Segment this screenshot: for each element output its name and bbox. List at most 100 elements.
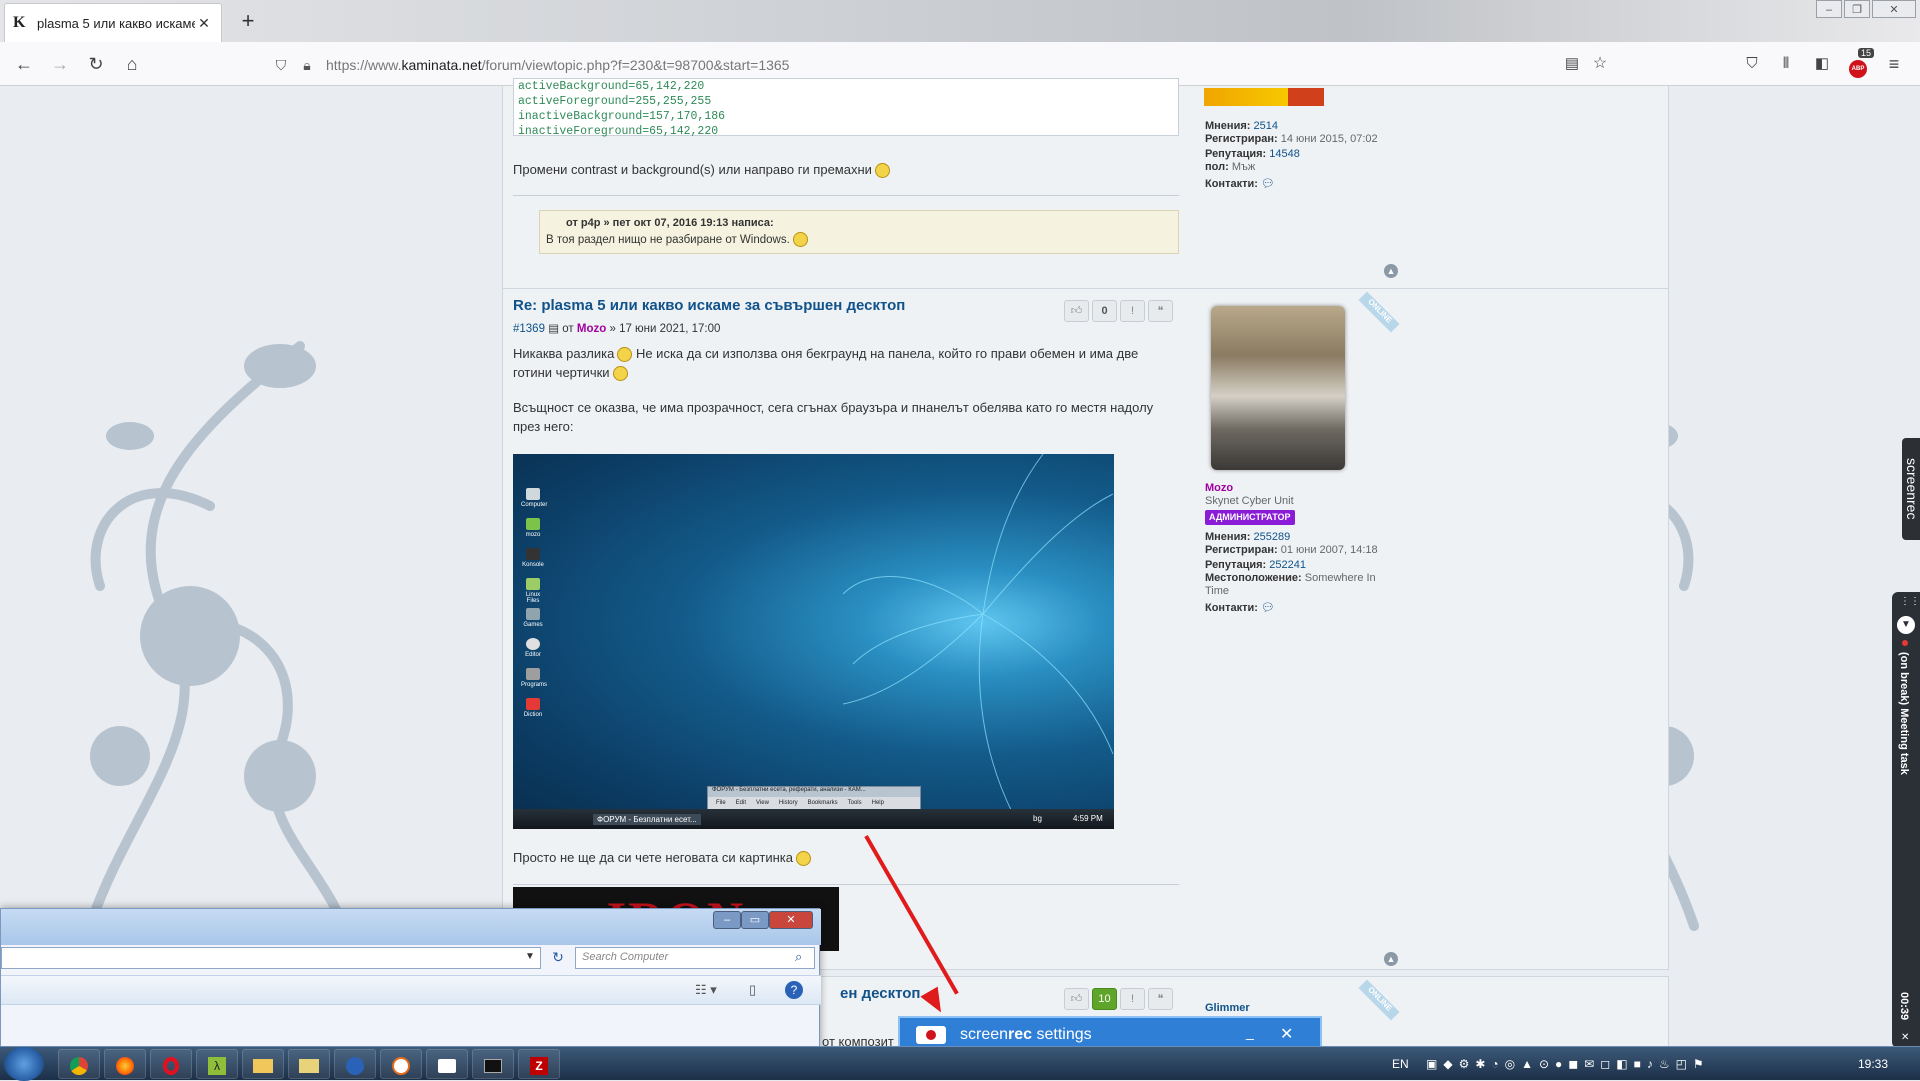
- new-tab-button[interactable]: +: [236, 8, 260, 34]
- post-permalink[interactable]: #1369: [513, 323, 545, 335]
- menu-icon[interactable]: ≡: [1880, 52, 1908, 76]
- restore-button[interactable]: ❐: [1844, 0, 1870, 18]
- grid-icon[interactable]: ⋮⋮: [1900, 596, 1920, 607]
- report-button[interactable]: !: [1120, 988, 1145, 1010]
- screenrec-close-button[interactable]: ✕: [1280, 1024, 1293, 1044]
- quote-button[interactable]: ❝: [1148, 988, 1173, 1010]
- firefox-icon[interactable]: [104, 1049, 146, 1079]
- clock-app-icon[interactable]: [380, 1049, 422, 1079]
- post-meta: #1369 ▤ от Mozo » 17 юни 2021, 17:00: [513, 323, 721, 335]
- quote-block: от p4p » пет окт 07, 2016 19:13 написа: …: [539, 210, 1179, 254]
- close-icon[interactable]: ✕: [1901, 1032, 1909, 1043]
- screenrec-taskbar-icon[interactable]: [426, 1049, 468, 1079]
- url-text[interactable]: https://www.kaminata.net/forum/viewtopic…: [326, 57, 789, 73]
- shield-icon[interactable]: ⛉: [268, 57, 294, 74]
- filezilla-icon[interactable]: Z: [518, 1049, 560, 1079]
- home-button[interactable]: ⌂: [118, 52, 146, 76]
- lock-icon[interactable]: 🔒︎: [294, 57, 320, 74]
- screenrec-side-tab[interactable]: screenrec: [1902, 438, 1920, 540]
- screenrec-minimize-button[interactable]: _: [1246, 1024, 1254, 1040]
- like-button[interactable]: 👍︎: [1064, 300, 1089, 322]
- back-to-top-icon[interactable]: ▲: [1384, 264, 1398, 278]
- chat-icon[interactable]: 💬︎: [1261, 602, 1275, 614]
- smiley-icon: [612, 366, 628, 382]
- like-button[interactable]: 👍︎: [1064, 988, 1089, 1010]
- author-profile: Мнения: 2514 Регистриран: 14 юни 2015, 0…: [1205, 120, 1378, 190]
- back-button[interactable]: ←: [10, 52, 38, 76]
- address-bar[interactable]: [1, 947, 541, 969]
- screenrec-settings-window: screenrec settings _ ✕: [898, 1016, 1322, 1050]
- dropdown-icon[interactable]: ▼: [1897, 616, 1915, 634]
- file-explorer-icon[interactable]: [242, 1049, 284, 1079]
- tray-icons[interactable]: ▣◆⚙✱◔◎▲⊙●◼✉◻◧■♪♨◰⚑: [1426, 1047, 1710, 1081]
- posts-count[interactable]: 255289: [1253, 531, 1290, 543]
- meeting-label: (on break) Meeting task: [1898, 652, 1910, 775]
- quote-header: от p4p » пет окт 07, 2016 19:13 написа:: [566, 217, 774, 229]
- desktop-icon[interactable]: Editor: [521, 638, 545, 668]
- desktop-icon[interactable]: Linux Files: [521, 578, 545, 608]
- author-link[interactable]: Mozo: [577, 323, 606, 335]
- folders-icon[interactable]: [288, 1049, 330, 1079]
- explorer-close-button[interactable]: ✕: [769, 911, 813, 929]
- screenrec-logo-icon: [916, 1026, 946, 1044]
- divider: [513, 195, 1179, 196]
- bookmark-star-icon[interactable]: ☆: [1586, 52, 1614, 76]
- desktop-taskbar: ФОРУМ - Безплатни есет... bg 4:59 PM: [513, 809, 1114, 829]
- minimize-button[interactable]: –: [1816, 0, 1842, 18]
- close-tab-icon[interactable]: ✕: [195, 15, 213, 32]
- taskbar-clock[interactable]: 19:33: [1858, 1047, 1888, 1081]
- desktop-icon[interactable]: Computer: [521, 488, 547, 518]
- meeting-timer-widget[interactable]: ⋮⋮ ▼ (on break) Meeting task 00:39 ✕: [1892, 592, 1920, 1048]
- browser-tab[interactable]: K plasma 5 или какво искаме за ✕: [4, 3, 222, 42]
- help-icon[interactable]: ?: [785, 981, 803, 999]
- sidebar-icon[interactable]: ◧: [1808, 52, 1836, 76]
- explorer-titlebar: – ▭ ✕: [1, 909, 821, 945]
- search-input[interactable]: Search Computer: [575, 947, 815, 969]
- language-indicator[interactable]: EN: [1392, 1047, 1409, 1081]
- preview-pane-icon[interactable]: ▯: [749, 982, 756, 998]
- quote-button[interactable]: ❝: [1148, 300, 1173, 322]
- desktop-icons: Computer mozo Konsole Linux Files Games …: [521, 488, 547, 728]
- dropdown-icon[interactable]: ▼: [525, 951, 535, 962]
- code-block: activeBackground=65,142,220 activeForegr…: [513, 78, 1179, 138]
- desktop-icon[interactable]: Programs: [521, 668, 547, 698]
- avatar[interactable]: [1211, 306, 1345, 470]
- terminal-icon[interactable]: [472, 1049, 514, 1079]
- views-icon[interactable]: ☷ ▾: [695, 982, 717, 998]
- search-icon[interactable]: ⌕: [795, 949, 802, 965]
- sync-icon[interactable]: [334, 1049, 376, 1079]
- chat-icon[interactable]: 💬︎: [1261, 178, 1275, 190]
- author-name[interactable]: Mozo: [1205, 482, 1395, 495]
- desktop-screenshot[interactable]: Computer mozo Konsole Linux Files Games …: [513, 454, 1114, 829]
- post-title[interactable]: ен десктоп: [840, 985, 920, 1002]
- wallpaper-flower: [842, 454, 1114, 815]
- posts-count[interactable]: 2514: [1253, 120, 1277, 132]
- forward-button[interactable]: →: [46, 52, 74, 76]
- desktop-icon[interactable]: Diction: [521, 698, 545, 728]
- chrome-icon[interactable]: [58, 1049, 100, 1079]
- close-window-button[interactable]: ✕: [1872, 0, 1916, 18]
- author-name[interactable]: Glimmer: [1205, 1002, 1250, 1014]
- reader-view-icon[interactable]: ▤: [1558, 52, 1586, 76]
- opera-icon[interactable]: [150, 1049, 192, 1079]
- desktop-icon[interactable]: mozo: [521, 518, 545, 548]
- code-line: activeBackground=65,142,220: [518, 80, 705, 93]
- author-profile: Mozo Skynet Cyber Unit АДМИНИСТРАТОР Мне…: [1205, 482, 1395, 615]
- post-title[interactable]: Re: plasma 5 или какво искаме за съвърше…: [513, 297, 905, 314]
- smiley-icon: [792, 232, 808, 248]
- smiley-icon: [617, 347, 633, 363]
- back-to-top-icon[interactable]: ▲: [1384, 952, 1398, 966]
- library-icon[interactable]: ⫴: [1772, 52, 1800, 76]
- pocket-icon[interactable]: ⛉: [1738, 52, 1766, 76]
- app-icon[interactable]: λ: [196, 1049, 238, 1079]
- author-title: Skynet Cyber Unit: [1205, 495, 1294, 507]
- explorer-minimize-button[interactable]: –: [713, 911, 741, 929]
- report-button[interactable]: !: [1120, 300, 1145, 322]
- desktop-icon[interactable]: Games: [521, 608, 545, 638]
- reload-button[interactable]: ↻: [82, 52, 110, 76]
- url-bar[interactable]: ⛉ 🔒︎ https://www.kaminata.net/forum/view…: [268, 50, 1606, 80]
- start-button[interactable]: [4, 1047, 44, 1081]
- refresh-icon[interactable]: ↻: [547, 949, 569, 969]
- explorer-maximize-button[interactable]: ▭: [741, 911, 769, 929]
- desktop-icon[interactable]: Konsole: [521, 548, 545, 578]
